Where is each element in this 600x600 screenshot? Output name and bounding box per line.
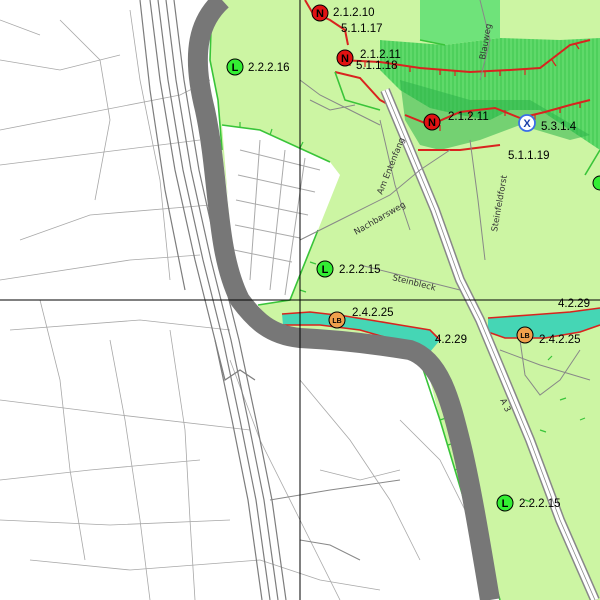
measure-label: 5.1.1.17 xyxy=(341,23,383,35)
L-marker-glyph: L xyxy=(322,264,329,276)
marker-label: 2.4.2.25 xyxy=(352,307,394,319)
marker-L-2-2-2-15-upper[interactable]: L 2.2.2.15 xyxy=(316,260,381,278)
LB-marker-glyph: LB xyxy=(332,318,341,325)
marker-N-2-1-2-10[interactable]: N 2.1.2.10 xyxy=(311,4,375,22)
N-marker-glyph: N xyxy=(428,117,436,129)
marker-L-2-2-2-16[interactable]: L 2.2.2.16 xyxy=(226,58,290,76)
measure-label: 4.2.29 xyxy=(558,298,590,310)
L-marker-glyph: L xyxy=(502,498,509,510)
marker-label: 2.1.2.10 xyxy=(333,7,375,19)
marker-L-2-2-2-15-lower[interactable]: L 2.2.2.15 xyxy=(496,494,561,512)
N-marker-glyph: N xyxy=(316,8,324,20)
marker-label: 2.2.2.16 xyxy=(248,62,290,74)
marker-label: 5.3.1.4 xyxy=(541,121,577,133)
marker-label: 2.2.2.15 xyxy=(339,264,381,276)
X-marker-glyph: X xyxy=(523,118,531,130)
N-marker-glyph: N xyxy=(341,53,349,65)
marker-label: 2.4.2.25 xyxy=(539,334,581,346)
marker-label: 2.2.2.15 xyxy=(519,498,561,510)
L-marker-glyph: L xyxy=(232,62,239,74)
LB-marker-glyph: LB xyxy=(520,333,529,340)
measure-label: 5.1.1.19 xyxy=(508,150,550,162)
measure-label: 5.1.1.18 xyxy=(356,60,398,72)
measure-label: 4.2.29 xyxy=(435,334,467,346)
marker-label: 2.1.2.11 xyxy=(448,111,489,123)
map-canvas[interactable]: N 2.1.2.10 5.1.1.17 N 2.1.2.11 5.1.1.18 … xyxy=(0,0,600,600)
